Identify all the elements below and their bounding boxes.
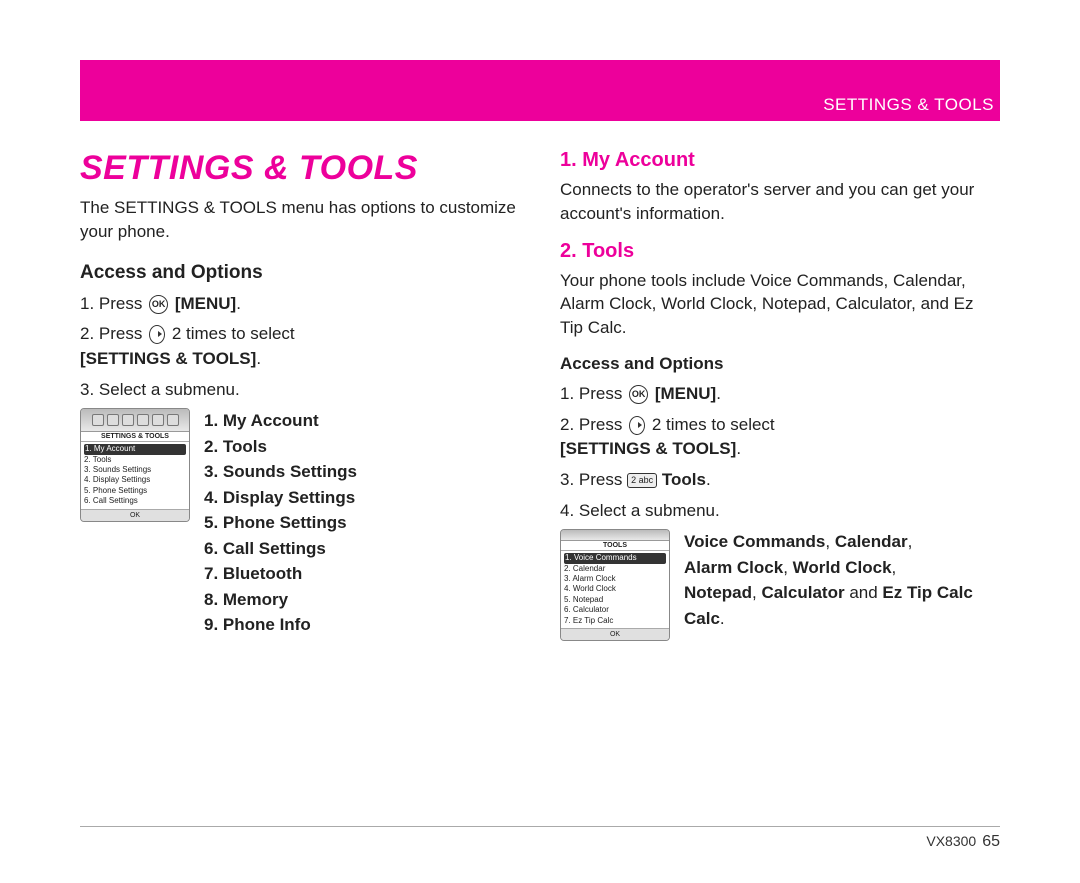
tools-summary: Voice Commands, Calendar, Alarm Clock, W… <box>684 529 973 631</box>
right-step-4: 4. Select a submenu. <box>560 499 1000 524</box>
key-2abc-icon: 2 abc <box>627 473 657 488</box>
model-number: VX8300 <box>926 833 976 851</box>
page-footer: VX8300 65 <box>80 826 1000 851</box>
right-step-2: 2. Press 2 times to select [SETTINGS & T… <box>560 413 1000 462</box>
tools-heading: 2. Tools <box>560 240 1000 263</box>
right-submenu-row: TOOLS 1. Voice Commands 2. Calendar 3. A… <box>560 529 1000 641</box>
left-step-1: 1. Press OK [MENU]. <box>80 292 520 317</box>
left-submenu-row: SETTINGS & TOOLS 1. My Account 2. Tools … <box>80 408 520 638</box>
left-column: SETTINGS & TOOLS The SETTINGS & TOOLS me… <box>80 149 520 641</box>
header-bar: SETTINGS & TOOLS <box>80 60 1000 121</box>
intro-text: The SETTINGS & TOOLS menu has options to… <box>80 196 520 244</box>
screen-icons-row <box>81 409 189 432</box>
right-step-3: 3. Press 2 abc Tools. <box>560 468 1000 493</box>
page-title: SETTINGS & TOOLS <box>80 149 520 188</box>
access-heading-right: Access and Options <box>560 354 1000 374</box>
screen-list-settings: 1. My Account 2. Tools 3. Sounds Setting… <box>81 442 189 508</box>
ok-icon: OK <box>149 295 168 314</box>
phone-screen-tools: TOOLS 1. Voice Commands 2. Calendar 3. A… <box>560 529 670 641</box>
left-step-2: 2. Press 2 times to select [SETTINGS & T… <box>80 322 520 371</box>
phone-screen-settings: SETTINGS & TOOLS 1. My Account 2. Tools … <box>80 408 190 521</box>
screen-status-bar <box>561 530 669 541</box>
header-text: SETTINGS & TOOLS <box>823 95 994 115</box>
right-step-1: 1. Press OK [MENU]. <box>560 382 1000 407</box>
right-steps: 1. Press OK [MENU]. 2. Press 2 times to … <box>560 382 1000 523</box>
content-columns: SETTINGS & TOOLS The SETTINGS & TOOLS me… <box>80 149 1000 641</box>
dpad-right-icon <box>629 416 645 435</box>
manual-page: SETTINGS & TOOLS SETTINGS & TOOLS The SE… <box>0 0 1080 883</box>
left-steps: 1. Press OK [MENU]. 2. Press 2 times to … <box>80 292 520 403</box>
settings-submenu-list: 1. My Account 2. Tools 3. Sounds Setting… <box>204 408 357 638</box>
left-step-3: 3. Select a submenu. <box>80 378 520 403</box>
tools-text: Your phone tools include Voice Commands,… <box>560 269 1000 340</box>
my-account-heading: 1. My Account <box>560 149 1000 172</box>
access-heading-left: Access and Options <box>80 262 520 284</box>
page-number: 65 <box>982 833 1000 851</box>
right-column: 1. My Account Connects to the operator's… <box>560 149 1000 641</box>
dpad-right-icon <box>149 325 165 344</box>
screen-list-tools: 1. Voice Commands 2. Calendar 3. Alarm C… <box>561 551 669 628</box>
my-account-text: Connects to the operator's server and yo… <box>560 178 1000 226</box>
ok-icon: OK <box>629 385 648 404</box>
